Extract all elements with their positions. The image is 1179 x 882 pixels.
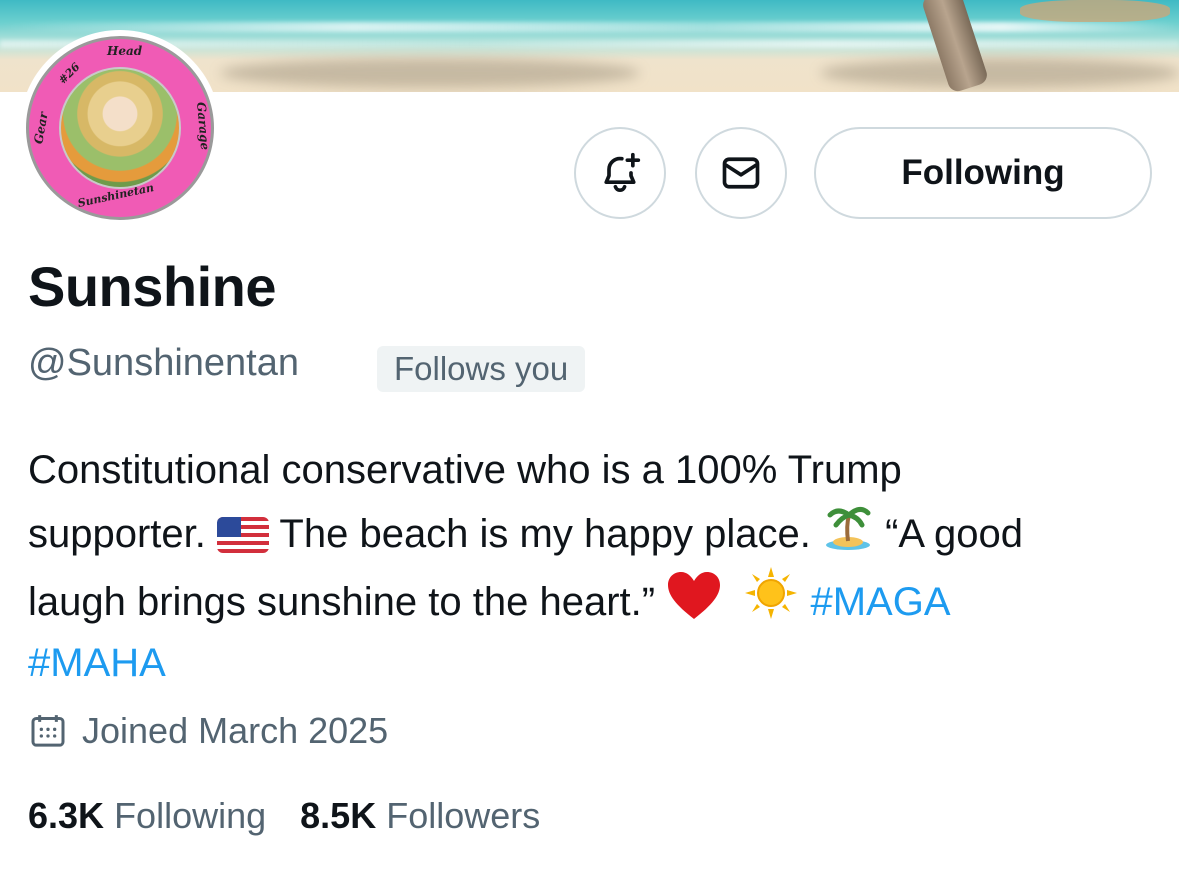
joined-text: Joined March 2025: [82, 710, 389, 751]
avatar-ring-text-top: Head: [107, 44, 143, 58]
us-flag-icon: [217, 517, 270, 553]
banner-shadow: [820, 58, 1179, 88]
following-button[interactable]: Following: [814, 127, 1152, 219]
island-icon: [825, 507, 871, 550]
followers-label: Followers: [386, 795, 541, 836]
bio-text: Constitutional conservative who is a 100…: [28, 448, 902, 492]
avatar-ring-text-left: Gear: [31, 111, 51, 145]
avatar-photo: [59, 67, 181, 189]
message-button[interactable]: [695, 127, 787, 219]
joined-date: Joined March 2025: [28, 710, 388, 752]
following-label: Following: [114, 795, 267, 836]
notify-button[interactable]: [574, 127, 666, 219]
hashtag-maga-link[interactable]: #MAGA: [810, 580, 950, 624]
bell-plus-icon: [604, 152, 641, 192]
profile-name: Sunshine: [28, 255, 277, 318]
profile-avatar[interactable]: Head #26 Gear Garage Sunshinetan: [20, 30, 220, 226]
calendar-icon: [31, 715, 65, 747]
banner-shadow: [220, 58, 640, 88]
bio-text: The beach is my happy place.: [279, 512, 811, 556]
followers-count: 8.5K: [300, 795, 377, 836]
followers-link[interactable]: 8.5K Followers: [300, 795, 540, 836]
profile-handle: @Sunshinentan: [28, 342, 299, 384]
envelope-icon: [722, 157, 760, 189]
profile-bio: Constitutional conservative who is a 100…: [28, 440, 1158, 694]
bio-text: laugh brings sunshine to the heart.”: [28, 580, 656, 624]
avatar-badge: Head #26 Gear Garage Sunshinetan: [26, 36, 214, 220]
hashtag-maha-link[interactable]: #MAHA: [28, 641, 166, 685]
following-link[interactable]: 6.3K Following: [28, 795, 266, 836]
avatar-ring-text-right: Garage: [194, 101, 213, 151]
bio-text: “A good: [885, 512, 1023, 556]
bio-text: supporter.: [28, 512, 206, 556]
following-count: 6.3K: [28, 795, 105, 836]
follow-stats: 6.3K Following 8.5K Followers: [28, 795, 540, 837]
red-heart-icon: [668, 572, 721, 619]
banner-rock: [1020, 0, 1170, 22]
sun-icon: [745, 567, 798, 619]
banner-wave: [0, 22, 1179, 32]
follows-you-badge: Follows you: [377, 346, 586, 392]
